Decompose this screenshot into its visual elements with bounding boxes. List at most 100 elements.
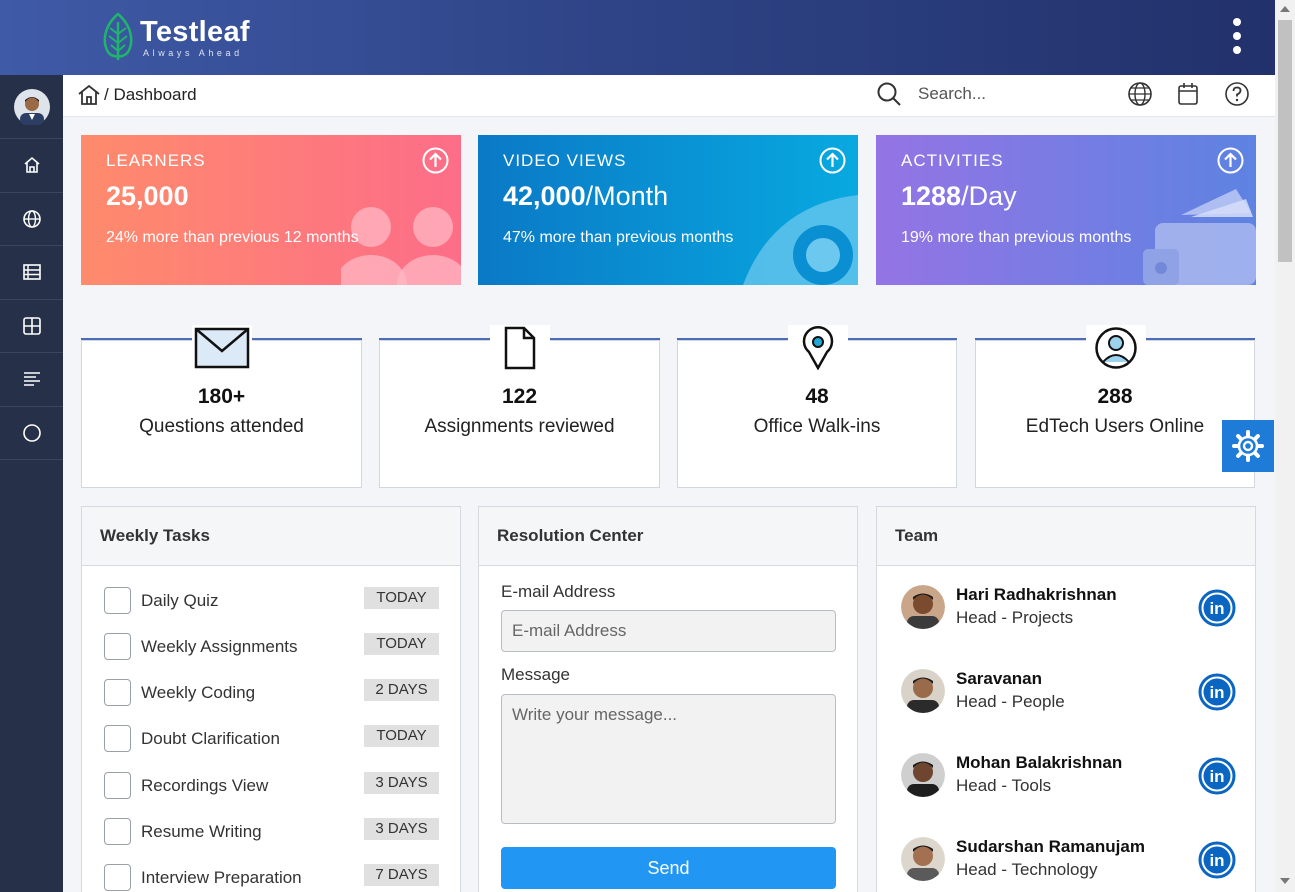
svg-text:in: in	[1209, 599, 1224, 618]
panel-title: Team	[877, 507, 1255, 566]
team-member: Saravanan Head - People in	[901, 669, 1236, 719]
member-name[interactable]: Mohan Balakrishnan	[956, 753, 1122, 773]
stat-label: LEARNERS	[106, 151, 206, 170]
settings-gear-button[interactable]	[1222, 420, 1274, 472]
brand-logo[interactable]: Testleaf Always Ahead	[100, 12, 250, 62]
sidebar-item-list[interactable]	[0, 246, 63, 300]
top-header: Testleaf Always Ahead	[0, 0, 1275, 75]
task-checkbox[interactable]	[104, 818, 131, 845]
sidebar-item-align[interactable]	[0, 353, 63, 407]
metric-card-users-online: 288 EdTech Users Online	[975, 325, 1255, 488]
member-role: Head - People	[956, 692, 1065, 711]
globe-icon	[22, 209, 41, 228]
member-name[interactable]: Sudarshan Ramanujam	[956, 837, 1145, 857]
task-name: Recordings View	[141, 776, 269, 795]
svg-text:in: in	[1209, 683, 1224, 702]
avatar-image	[13, 88, 50, 125]
document-icon	[504, 326, 536, 370]
member-name[interactable]: Saravanan	[956, 669, 1042, 689]
task-due-badge: TODAY	[364, 587, 439, 609]
metric-card-questions: 180+ Questions attended	[81, 325, 362, 488]
stat-value: 42,000/Month	[503, 181, 669, 211]
search-icon[interactable]	[876, 81, 902, 107]
task-item: Resume Writing 3 DAYS	[104, 818, 439, 848]
resolution-center-panel: Resolution Center E-mail Address Message…	[478, 506, 858, 892]
metric-card-walkins: 48 Office Walk-ins	[677, 325, 957, 488]
scroll-thumb[interactable]	[1278, 20, 1292, 262]
svg-text:in: in	[1209, 851, 1224, 870]
sidebar-item-circle[interactable]	[0, 407, 63, 460]
task-checkbox[interactable]	[104, 772, 131, 799]
task-due-badge: 3 DAYS	[364, 772, 439, 794]
scroll-down-arrow-icon[interactable]	[1280, 878, 1290, 884]
list-icon	[22, 264, 41, 281]
task-checkbox[interactable]	[104, 587, 131, 614]
member-role: Head - Projects	[956, 608, 1074, 627]
task-due-badge: 2 DAYS	[364, 679, 439, 701]
task-name: Daily Quiz	[141, 591, 219, 610]
task-checkbox[interactable]	[104, 864, 131, 891]
breadcrumb: / Dashboard	[77, 84, 197, 106]
home-icon[interactable]	[77, 84, 101, 106]
task-checkbox[interactable]	[104, 725, 131, 752]
globe-icon[interactable]	[1127, 81, 1153, 107]
task-checkbox[interactable]	[104, 633, 131, 660]
linkedin-icon[interactable]: in	[1198, 589, 1236, 627]
sidebar-item-home[interactable]	[0, 139, 63, 193]
task-checkbox[interactable]	[104, 679, 131, 706]
task-name: Weekly Coding	[141, 683, 256, 702]
location-pin-icon	[802, 326, 834, 370]
member-avatar[interactable]	[901, 753, 945, 797]
member-avatar[interactable]	[901, 669, 945, 713]
arrow-up-circle-icon[interactable]	[1217, 147, 1244, 174]
help-icon[interactable]	[1224, 81, 1250, 107]
arrow-up-circle-icon[interactable]	[422, 147, 449, 174]
metric-label: Assignments reviewed	[424, 416, 615, 437]
task-item: Weekly Coding 2 DAYS	[104, 679, 439, 709]
linkedin-icon[interactable]: in	[1198, 841, 1236, 879]
metric-label: Office Walk-ins	[753, 416, 881, 437]
search-input[interactable]	[918, 84, 1108, 104]
wallet-illustration-icon	[1143, 189, 1256, 285]
sidebar-item-grid[interactable]	[0, 300, 63, 353]
message-textarea[interactable]	[501, 694, 836, 824]
member-avatar[interactable]	[901, 585, 945, 629]
sidebar	[0, 75, 63, 892]
align-left-icon	[23, 372, 40, 387]
user-avatar[interactable]	[0, 75, 63, 139]
team-panel: Team Hari Radhakrishnan Head - Projects …	[876, 506, 1256, 892]
metric-value: 122	[501, 385, 538, 408]
users-illustration-icon	[341, 207, 461, 285]
team-member: Sudarshan Ramanujam Head - Technology in	[901, 837, 1236, 887]
task-name: Weekly Assignments	[141, 637, 298, 656]
brand-name: Testleaf	[140, 16, 250, 48]
calendar-icon[interactable]	[1175, 81, 1201, 107]
arrow-up-circle-icon[interactable]	[819, 147, 846, 174]
task-item: Daily Quiz TODAY	[104, 587, 439, 617]
task-item: Interview Preparation 7 DAYS	[104, 864, 439, 892]
message-label: Message	[501, 665, 570, 684]
leaf-logo-icon	[103, 12, 133, 60]
stat-description: 24% more than previous 12 months	[106, 229, 359, 246]
stat-card-learners: LEARNERS 25,000 24% more than previous 1…	[81, 135, 461, 285]
metric-label: EdTech Users Online	[1025, 416, 1205, 437]
scroll-up-arrow-icon[interactable]	[1280, 6, 1290, 12]
task-due-badge: 3 DAYS	[364, 818, 439, 840]
task-due-badge: TODAY	[364, 633, 439, 655]
kebab-menu-icon[interactable]	[1226, 18, 1248, 58]
member-name[interactable]: Hari Radhakrishnan	[956, 585, 1117, 605]
sidebar-item-globe[interactable]	[0, 193, 63, 246]
member-avatar[interactable]	[901, 837, 945, 881]
brand-tagline: Always Ahead	[143, 48, 243, 58]
linkedin-icon[interactable]: in	[1198, 757, 1236, 795]
task-item: Recordings View 3 DAYS	[104, 772, 439, 802]
email-field[interactable]	[501, 610, 836, 652]
vertical-scrollbar[interactable]	[1275, 0, 1295, 892]
breadcrumb-current: / Dashboard	[104, 85, 197, 104]
home-icon	[23, 157, 40, 174]
send-button[interactable]: Send	[501, 847, 836, 889]
metric-value: 48	[805, 385, 829, 408]
weekly-tasks-panel: Weekly Tasks Daily Quiz TODAY Weekly Ass…	[81, 506, 461, 892]
linkedin-icon[interactable]: in	[1198, 673, 1236, 711]
panel-title: Resolution Center	[479, 507, 857, 566]
